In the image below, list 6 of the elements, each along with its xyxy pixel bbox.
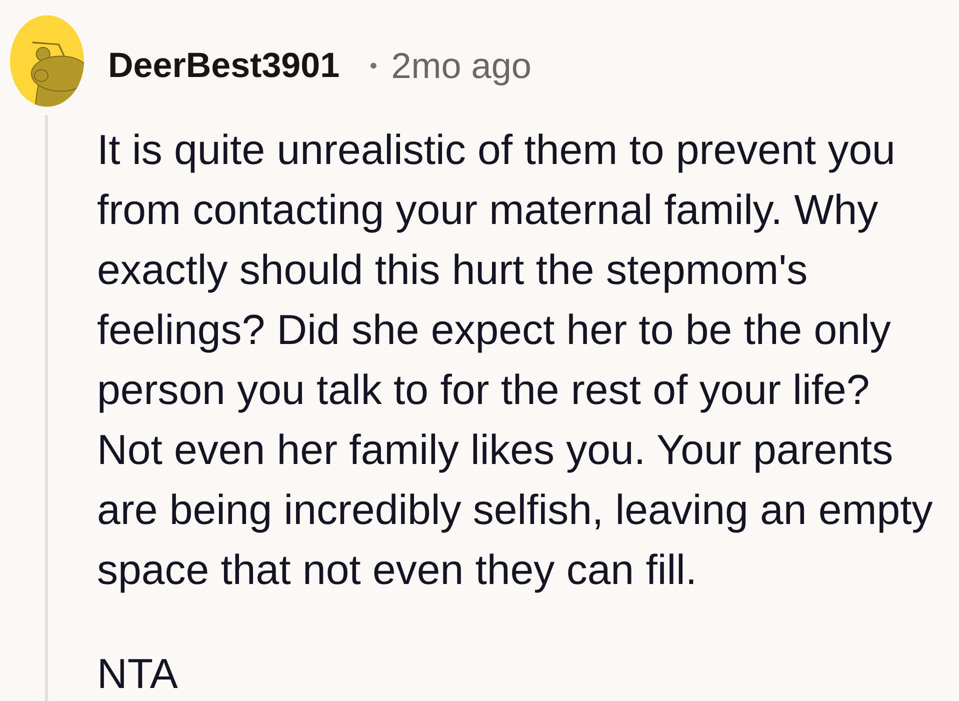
separator-dot: • — [370, 53, 378, 79]
thread-line[interactable] — [45, 115, 48, 701]
author-name[interactable]: DeerBest3901 — [108, 46, 340, 86]
comment-text: NTA — [97, 652, 179, 696]
comment-time[interactable]: 2mo ago — [391, 45, 532, 87]
comment-text: It is quite unrealistic of them to prevent you from contacting your maternal family. Why exactly should this hurt the stepmom's feelings? Did she expect her to be the only person you talk to for the rest of your life? Not even her family likes you. Your parents are being incredibly selfish, leaving an empty space that not even they can fill. — [97, 125, 934, 595]
